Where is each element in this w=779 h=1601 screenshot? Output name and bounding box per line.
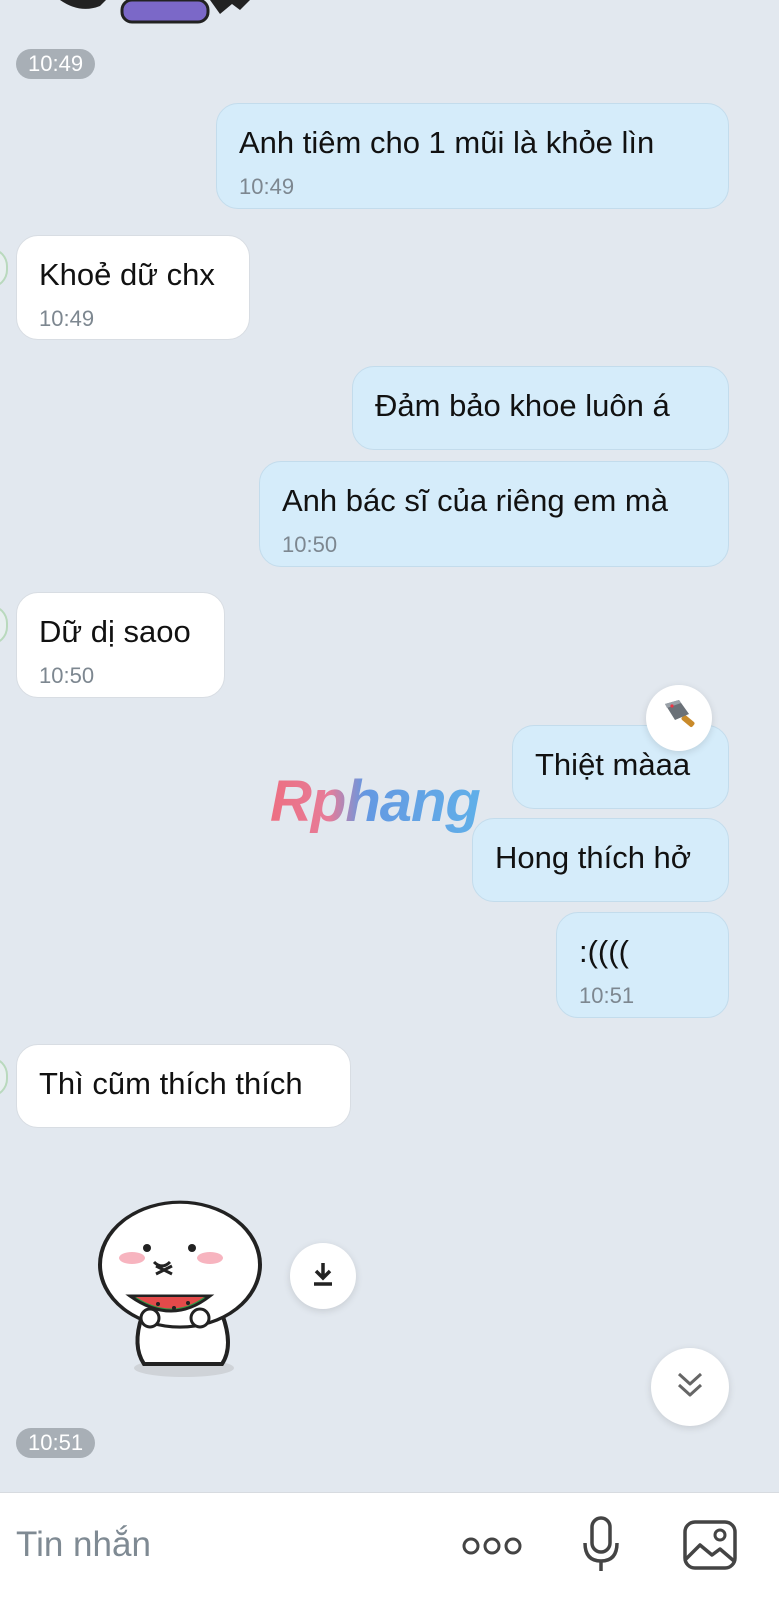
more-dots-icon[interactable] bbox=[462, 1531, 522, 1566]
cleaver-icon bbox=[659, 696, 699, 741]
message-bubble-outgoing[interactable]: Đảm bảo khoe luôn á bbox=[352, 366, 729, 450]
message-time: 10:49 bbox=[39, 305, 95, 331]
avatar[interactable] bbox=[0, 248, 8, 288]
message-bubble-outgoing[interactable]: Anh bác sĩ của riêng em mà 10:50 bbox=[259, 461, 729, 567]
avatar[interactable] bbox=[0, 1057, 8, 1097]
message-text: Anh tiêm cho 1 mũi là khỏe lìn bbox=[239, 125, 655, 160]
sticker-image[interactable] bbox=[92, 1196, 272, 1381]
timestamp-pill: 10:51 bbox=[16, 1428, 96, 1458]
download-button[interactable] bbox=[290, 1243, 356, 1309]
message-text: Khoẻ dữ chx bbox=[39, 257, 215, 292]
watermark-logo: Rphang bbox=[270, 769, 481, 834]
message-text: :(((( bbox=[579, 934, 629, 969]
message-text: Anh bác sĩ của riêng em mà bbox=[282, 483, 668, 518]
message-bubble-incoming[interactable]: Thì cũm thích thích bbox=[16, 1044, 351, 1128]
microphone-icon[interactable] bbox=[582, 1515, 620, 1580]
message-text: Thiệt màaa bbox=[535, 747, 691, 782]
download-icon bbox=[308, 1259, 338, 1294]
message-bubble-outgoing[interactable]: Anh tiêm cho 1 mũi là khỏe lìn 10:49 bbox=[216, 103, 729, 209]
message-composer: Tin nhắn bbox=[0, 1492, 779, 1601]
scroll-down-button[interactable] bbox=[651, 1348, 729, 1426]
message-text: Dữ dị saoo bbox=[39, 614, 191, 649]
message-input[interactable]: Tin nhắn bbox=[16, 1525, 151, 1565]
message-text: Thì cũm thích thích bbox=[39, 1066, 303, 1101]
message-time: 10:51 bbox=[579, 982, 635, 1008]
message-bubble-incoming[interactable]: Khoẻ dữ chx 10:49 bbox=[16, 235, 250, 340]
message-time: 10:50 bbox=[282, 531, 338, 557]
message-time: 10:50 bbox=[39, 662, 95, 688]
image-icon[interactable] bbox=[682, 1519, 738, 1576]
double-chevron-down-icon bbox=[673, 1368, 707, 1407]
timestamp-pill: 10:49 bbox=[16, 49, 96, 79]
message-text: Hong thích hở bbox=[495, 840, 692, 875]
message-time: 10:49 bbox=[239, 173, 295, 199]
sticker-partial-top[interactable] bbox=[60, 0, 250, 26]
message-bubble-outgoing[interactable]: :(((( 10:51 bbox=[556, 912, 729, 1018]
message-bubble-outgoing[interactable]: Hong thích hở bbox=[472, 818, 729, 902]
message-text: Đảm bảo khoe luôn á bbox=[375, 388, 670, 423]
reaction-badge[interactable] bbox=[646, 685, 712, 751]
message-bubble-incoming[interactable]: Dữ dị saoo 10:50 bbox=[16, 592, 225, 698]
avatar[interactable] bbox=[0, 605, 8, 645]
